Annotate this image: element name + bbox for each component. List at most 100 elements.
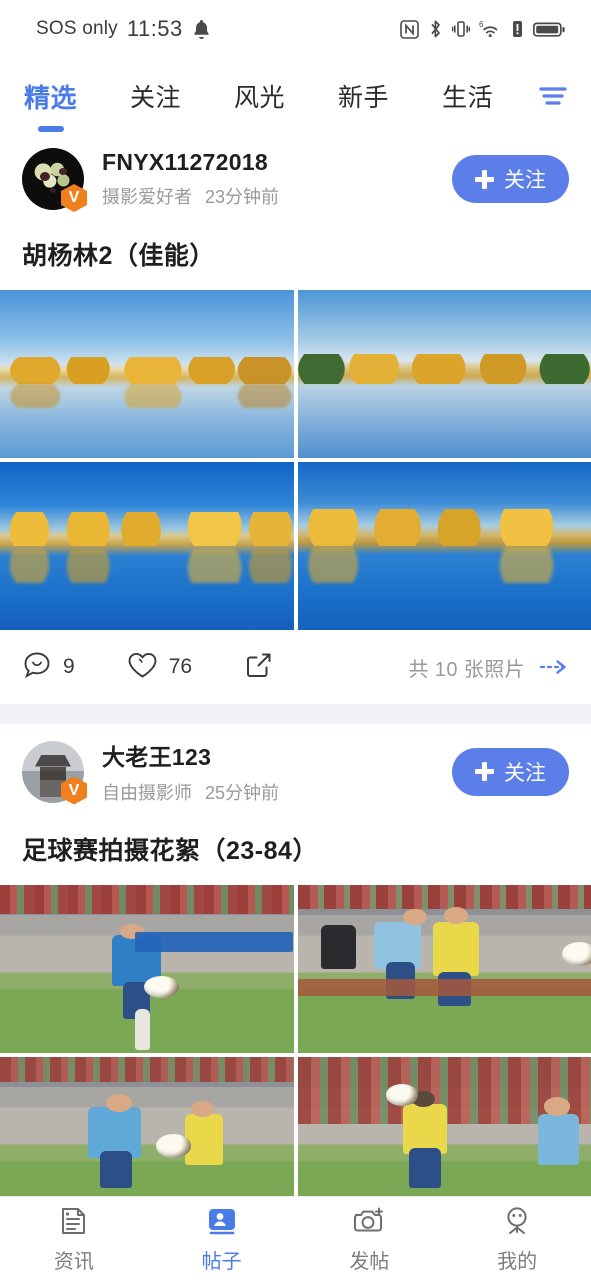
view-all-arrow-icon[interactable] <box>539 658 569 676</box>
wifi-6-icon: 6 <box>479 19 502 39</box>
active-tab-underline <box>37 125 64 132</box>
tab-guanzhu[interactable]: 关注 <box>120 78 191 114</box>
author-role: 摄影爱好者 <box>102 187 192 207</box>
player-figure <box>99 1151 133 1189</box>
football-icon <box>155 1134 191 1158</box>
nav-label: 我的 <box>497 1250 538 1273</box>
posts-icon <box>206 1204 238 1238</box>
bluetooth-icon <box>428 19 443 39</box>
follow-button[interactable]: 关注 <box>452 155 569 203</box>
author-subtitle: 摄影爱好者 23分钟前 <box>102 183 452 209</box>
clock-label: 11:53 <box>126 16 183 41</box>
tab-xinshou[interactable]: 新手 <box>328 78 399 114</box>
post-image[interactable] <box>297 462 591 630</box>
nav-item-news[interactable]: 资讯 <box>0 1204 148 1274</box>
bell-icon <box>192 19 211 40</box>
post-image[interactable] <box>297 290 591 458</box>
tab-shenghuo[interactable]: 生活 <box>432 78 503 114</box>
post-image[interactable] <box>0 885 294 1053</box>
author-role: 自由摄影师 <box>102 783 192 803</box>
bottom-navigation-bar: 资讯 帖子 发帖 我的 <box>0 1196 591 1280</box>
tab-fengguang[interactable]: 风光 <box>224 78 295 114</box>
nav-label: 资讯 <box>53 1250 94 1273</box>
post-image-grid <box>0 290 591 630</box>
avatar[interactable]: V <box>22 740 87 805</box>
share-icon <box>244 650 274 685</box>
like-button[interactable]: 76 <box>127 651 192 684</box>
post-image[interactable] <box>0 462 294 630</box>
post-author-meta: 大老王123 自由摄影师 25分钟前 <box>102 738 452 805</box>
author-username[interactable]: FNYX11272018 <box>102 149 452 176</box>
post-time: 23分钟前 <box>205 187 280 207</box>
nav-item-profile[interactable]: 我的 <box>443 1204 591 1274</box>
comment-icon <box>22 650 52 685</box>
player-figure <box>385 962 415 1000</box>
status-bar: SOS only 11:53 6 <box>0 0 591 58</box>
like-count: 76 <box>168 655 193 678</box>
heart-icon <box>127 651 158 684</box>
nfc-icon <box>400 19 419 39</box>
follow-label: 关注 <box>504 761 546 785</box>
player-figure <box>432 921 480 976</box>
follow-button[interactable]: 关注 <box>452 747 569 796</box>
battery-icon <box>533 20 565 39</box>
player-figure <box>538 1114 580 1165</box>
news-icon <box>58 1204 90 1238</box>
tab-label: 关注 <box>130 84 182 112</box>
tab-label: 新手 <box>338 84 390 112</box>
tab-bar-actions <box>536 78 591 114</box>
nav-label: 帖子 <box>201 1250 242 1273</box>
tab-label: 风光 <box>234 84 286 112</box>
menu-icon[interactable] <box>536 83 570 109</box>
player-head <box>403 908 427 926</box>
svg-text:6: 6 <box>479 20 484 29</box>
post-card-2[interactable]: V 大老王123 自由摄影师 25分钟前 关注 足球赛拍摄花絮（23-84） <box>0 724 591 1225</box>
player-figure <box>438 972 471 1006</box>
post-title[interactable]: 足球赛拍摄花絮（23-84） <box>0 815 591 885</box>
player-head <box>444 906 468 924</box>
category-tabs: 精选 关注 风光 新手 生活 <box>14 78 536 132</box>
player-figure <box>409 1147 442 1189</box>
player-figure <box>320 925 357 969</box>
signal-alert-icon <box>511 19 524 39</box>
player-figure <box>135 1009 150 1050</box>
plus-icon <box>475 169 494 189</box>
follow-label: 关注 <box>504 169 546 192</box>
status-bar-left: SOS only 11:53 <box>36 16 211 42</box>
camera-add-icon <box>352 1204 386 1238</box>
post-author-meta: FNYX11272018 摄影爱好者 23分钟前 <box>102 149 452 209</box>
nav-label: 发帖 <box>349 1250 390 1273</box>
avatar[interactable]: V <box>22 148 87 212</box>
plus-icon <box>475 762 494 781</box>
comment-count: 9 <box>63 655 75 678</box>
player-head <box>544 1097 571 1116</box>
category-tab-bar: 精选 关注 风光 新手 生活 <box>0 58 591 134</box>
tab-label: 精选 <box>24 82 78 113</box>
nav-item-publish[interactable]: 发帖 <box>296 1204 444 1274</box>
post-separator <box>0 704 591 724</box>
author-subtitle: 自由摄影师 25分钟前 <box>102 779 452 805</box>
post-time: 25分钟前 <box>205 783 280 803</box>
comment-button[interactable]: 9 <box>22 650 75 685</box>
football-icon <box>561 942 591 966</box>
nav-item-posts[interactable]: 帖子 <box>148 1204 296 1274</box>
profile-icon <box>501 1204 533 1238</box>
carrier-label: SOS only <box>36 18 118 39</box>
post-card-1[interactable]: V FNYX11272018 摄影爱好者 23分钟前 关注 胡杨林2（佳能） 9… <box>0 134 591 704</box>
player-figure <box>403 1104 448 1155</box>
status-bar-right: 6 <box>400 19 565 39</box>
post-action-bar: 9 76 共 10 张照片 <box>0 630 591 704</box>
post-image[interactable] <box>297 885 591 1053</box>
player-figure <box>184 1114 224 1165</box>
tab-jingxuan[interactable]: 精选 <box>14 78 87 132</box>
tab-label: 生活 <box>442 84 494 112</box>
author-username[interactable]: 大老王123 <box>102 738 452 772</box>
share-button[interactable] <box>244 650 274 685</box>
post-title[interactable]: 胡杨林2（佳能） <box>0 220 591 290</box>
photo-count-label: 共 10 张照片 <box>408 658 525 681</box>
post-image[interactable] <box>0 290 294 458</box>
app-screen: SOS only 11:53 6 精选 关注 风光 新手 生活 V FNYX11… <box>0 0 591 1280</box>
post-header: V 大老王123 自由摄影师 25分钟前 关注 <box>0 724 591 815</box>
football-icon <box>385 1083 418 1106</box>
vibrate-icon <box>452 19 470 39</box>
